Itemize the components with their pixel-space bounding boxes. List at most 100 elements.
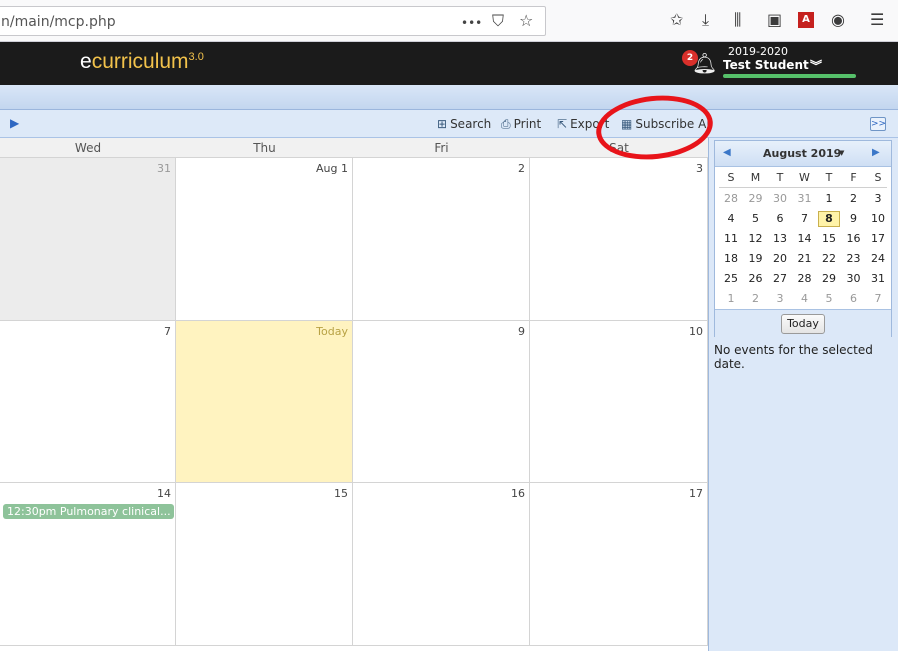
calendar-event[interactable]: 12:30pm Pulmonary clinical... <box>3 504 174 519</box>
mini-day[interactable]: 27 <box>769 271 791 287</box>
academic-year[interactable]: 2019-2020 <box>728 45 788 58</box>
weekday-label: F <box>850 171 857 184</box>
day-cell[interactable]: 31 <box>0 158 176 321</box>
bookmark-star-icon[interactable]: ☆ <box>519 12 533 30</box>
logo-text: curriculum <box>91 50 189 73</box>
mini-day[interactable]: 30 <box>843 271 865 287</box>
sidebar-icon[interactable]: ▣ <box>767 11 782 29</box>
url-text[interactable]: n/main/mcp.php <box>1 14 116 30</box>
month-grid: Wed Thu Fri Sat 31 Aug 1 2 3 7 Today 9 1… <box>0 138 708 651</box>
mini-day[interactable]: 15 <box>818 231 840 247</box>
mini-day[interactable]: 28 <box>720 191 742 207</box>
mini-day[interactable]: 11 <box>720 231 742 247</box>
mini-day[interactable]: 30 <box>769 191 791 207</box>
day-number: 31 <box>157 162 171 175</box>
day-cell[interactable]: 16 <box>353 483 530 646</box>
prev-month-icon[interactable]: ◀ <box>723 147 731 158</box>
mini-day[interactable]: 22 <box>818 251 840 267</box>
pocket-icon[interactable]: ⛉ <box>492 12 504 30</box>
mini-day[interactable]: 29 <box>818 271 840 287</box>
binoculars-icon: ⊞ <box>437 117 448 131</box>
mini-day[interactable]: 1 <box>818 191 840 207</box>
pdf-icon[interactable]: A <box>798 12 814 28</box>
day-number: 14 <box>157 487 171 500</box>
chevron-down-icon[interactable]: ︾ <box>810 57 822 74</box>
day-cell[interactable]: 17 <box>530 483 708 646</box>
reading-list-icon[interactable]: ✩ <box>670 11 683 29</box>
next-arrow-icon[interactable]: ▶ <box>10 116 19 130</box>
day-cell[interactable]: 9 <box>353 321 530 483</box>
day-cell[interactable]: 7 <box>0 321 176 483</box>
mini-day[interactable]: 31 <box>794 191 816 207</box>
mini-day[interactable]: 2 <box>843 191 865 207</box>
mini-day[interactable]: 6 <box>843 291 865 307</box>
mini-day[interactable]: 10 <box>867 211 889 227</box>
day-cell[interactable]: 14 12:30pm Pulmonary clinical... <box>0 483 176 646</box>
mini-day[interactable]: 21 <box>794 251 816 267</box>
day-cell[interactable]: 3 <box>530 158 708 321</box>
mini-day[interactable]: 7 <box>867 291 889 307</box>
day-number: 15 <box>334 487 348 500</box>
mini-day[interactable]: 1 <box>720 291 742 307</box>
mini-day[interactable]: 23 <box>843 251 865 267</box>
day-cell[interactable]: Aug 1 <box>176 158 353 321</box>
next-month-icon[interactable]: ▶ <box>872 147 880 158</box>
mini-day[interactable]: 9 <box>843 211 865 227</box>
notification-badge[interactable]: 2 <box>682 50 698 66</box>
mini-day[interactable]: 5 <box>818 291 840 307</box>
selected-date[interactable]: 8 <box>818 211 840 227</box>
mini-day[interactable]: 16 <box>843 231 865 247</box>
mini-day[interactable]: 7 <box>794 211 816 227</box>
mini-day[interactable]: 24 <box>867 251 889 267</box>
mini-day[interactable]: 6 <box>769 211 791 227</box>
menu-icon[interactable]: ☰ <box>870 11 884 29</box>
mini-day[interactable]: 2 <box>745 291 767 307</box>
mini-day[interactable]: 19 <box>745 251 767 267</box>
mini-day[interactable]: 12 <box>745 231 767 247</box>
download-icon[interactable]: ⤓ <box>702 11 709 29</box>
url-bar[interactable]: n/main/mcp.php ••• ⛉ ☆ <box>0 6 546 36</box>
day-number: 9 <box>518 325 525 338</box>
weekday-label: W <box>799 171 810 184</box>
today-button[interactable]: Today <box>781 314 825 334</box>
mini-day[interactable]: 26 <box>745 271 767 287</box>
mini-day[interactable]: 3 <box>867 191 889 207</box>
mini-day[interactable]: 4 <box>720 211 742 227</box>
mini-calendar-footer: Today <box>715 309 891 337</box>
mini-day[interactable]: 18 <box>720 251 742 267</box>
mini-day[interactable]: 31 <box>867 271 889 287</box>
day-number: Aug 1 <box>316 162 348 175</box>
mini-calendar-title[interactable]: August 2019 <box>763 147 841 160</box>
mini-day[interactable]: 17 <box>867 231 889 247</box>
account-icon[interactable]: ◉ <box>831 11 845 29</box>
mini-day[interactable]: 25 <box>720 271 742 287</box>
chevron-down-icon[interactable]: ▼ <box>839 149 844 157</box>
side-panel: ◀ August 2019 ▼ ▶ SMTWTFS 28 29 30 31 1 2 3 4 5 6… <box>708 138 898 651</box>
mini-day[interactable]: 28 <box>794 271 816 287</box>
day-number: 3 <box>696 162 703 175</box>
more-icon[interactable]: ••• <box>461 14 482 32</box>
mini-day[interactable]: 4 <box>794 291 816 307</box>
mini-day[interactable]: 14 <box>794 231 816 247</box>
collapse-panel-icon[interactable]: >> <box>870 117 886 131</box>
mini-calendar-header: ◀ August 2019 ▼ ▶ <box>715 141 891 167</box>
app-logo[interactable]: ecurriculum3.0 <box>80 50 204 74</box>
search-label: Search <box>450 117 492 131</box>
mini-day[interactable]: 3 <box>769 291 791 307</box>
day-cell[interactable]: 2 <box>353 158 530 321</box>
mini-day[interactable]: 29 <box>745 191 767 207</box>
day-number: 16 <box>511 487 525 500</box>
search-button[interactable]: ⊞ Search <box>437 117 491 131</box>
weekday-label: T <box>825 171 833 184</box>
student-name[interactable]: Test Student <box>723 58 809 72</box>
no-events-message: No events for the selected date. <box>714 343 873 371</box>
mini-day[interactable]: 13 <box>769 231 791 247</box>
day-cell[interactable]: 15 <box>176 483 353 646</box>
nav-strip <box>0 85 898 110</box>
day-cell[interactable]: 10 <box>530 321 708 483</box>
today-cell[interactable]: Today <box>176 321 353 483</box>
mini-day[interactable]: 20 <box>769 251 791 267</box>
print-button[interactable]: ⎙ Print <box>501 117 541 132</box>
library-icon[interactable]: ⫼ <box>734 11 741 29</box>
mini-day[interactable]: 5 <box>745 211 767 227</box>
